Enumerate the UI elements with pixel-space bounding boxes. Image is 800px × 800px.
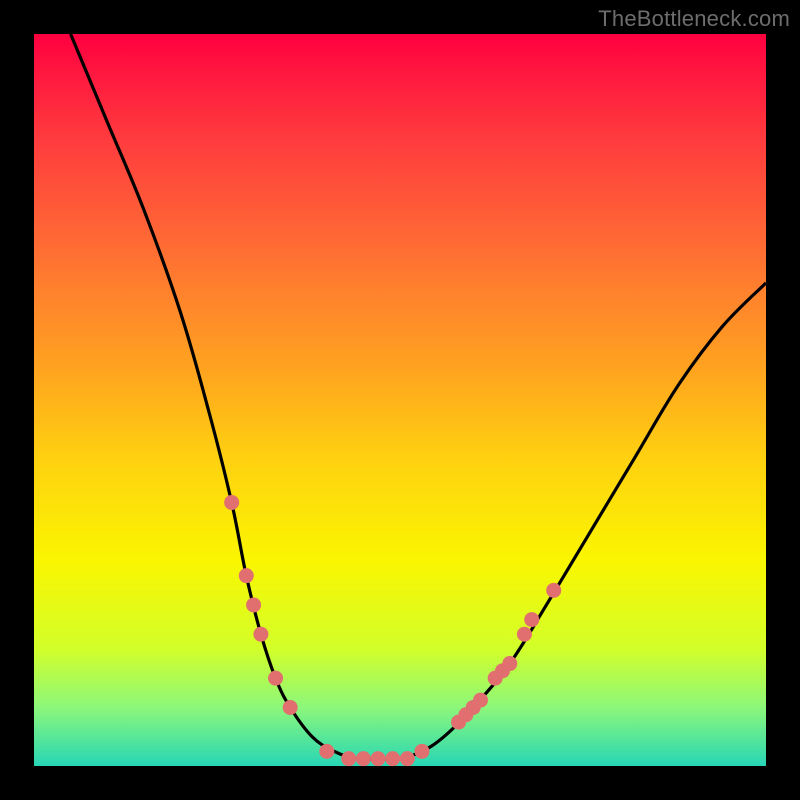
watermark-text: TheBottleneck.com <box>598 6 790 32</box>
curve-marker <box>546 583 561 598</box>
curve-marker <box>268 671 283 686</box>
curve-marker <box>400 751 415 766</box>
curve-marker <box>385 751 400 766</box>
curve-marker <box>246 597 261 612</box>
chart-frame: TheBottleneck.com <box>0 0 800 800</box>
curve-marker <box>502 656 517 671</box>
curve-marker <box>341 751 356 766</box>
curve-marker <box>253 627 268 642</box>
curve-marker <box>239 568 254 583</box>
curve-marker <box>224 495 239 510</box>
curve-marker <box>473 693 488 708</box>
bottleneck-curve <box>71 34 766 759</box>
plot-area <box>34 34 766 766</box>
curve-marker <box>283 700 298 715</box>
curve-marker <box>371 751 386 766</box>
curve-marker <box>517 627 532 642</box>
curve-marker <box>356 751 371 766</box>
chart-svg <box>34 34 766 766</box>
curve-markers <box>224 495 561 766</box>
curve-marker <box>414 744 429 759</box>
curve-marker <box>319 744 334 759</box>
curve-marker <box>524 612 539 627</box>
